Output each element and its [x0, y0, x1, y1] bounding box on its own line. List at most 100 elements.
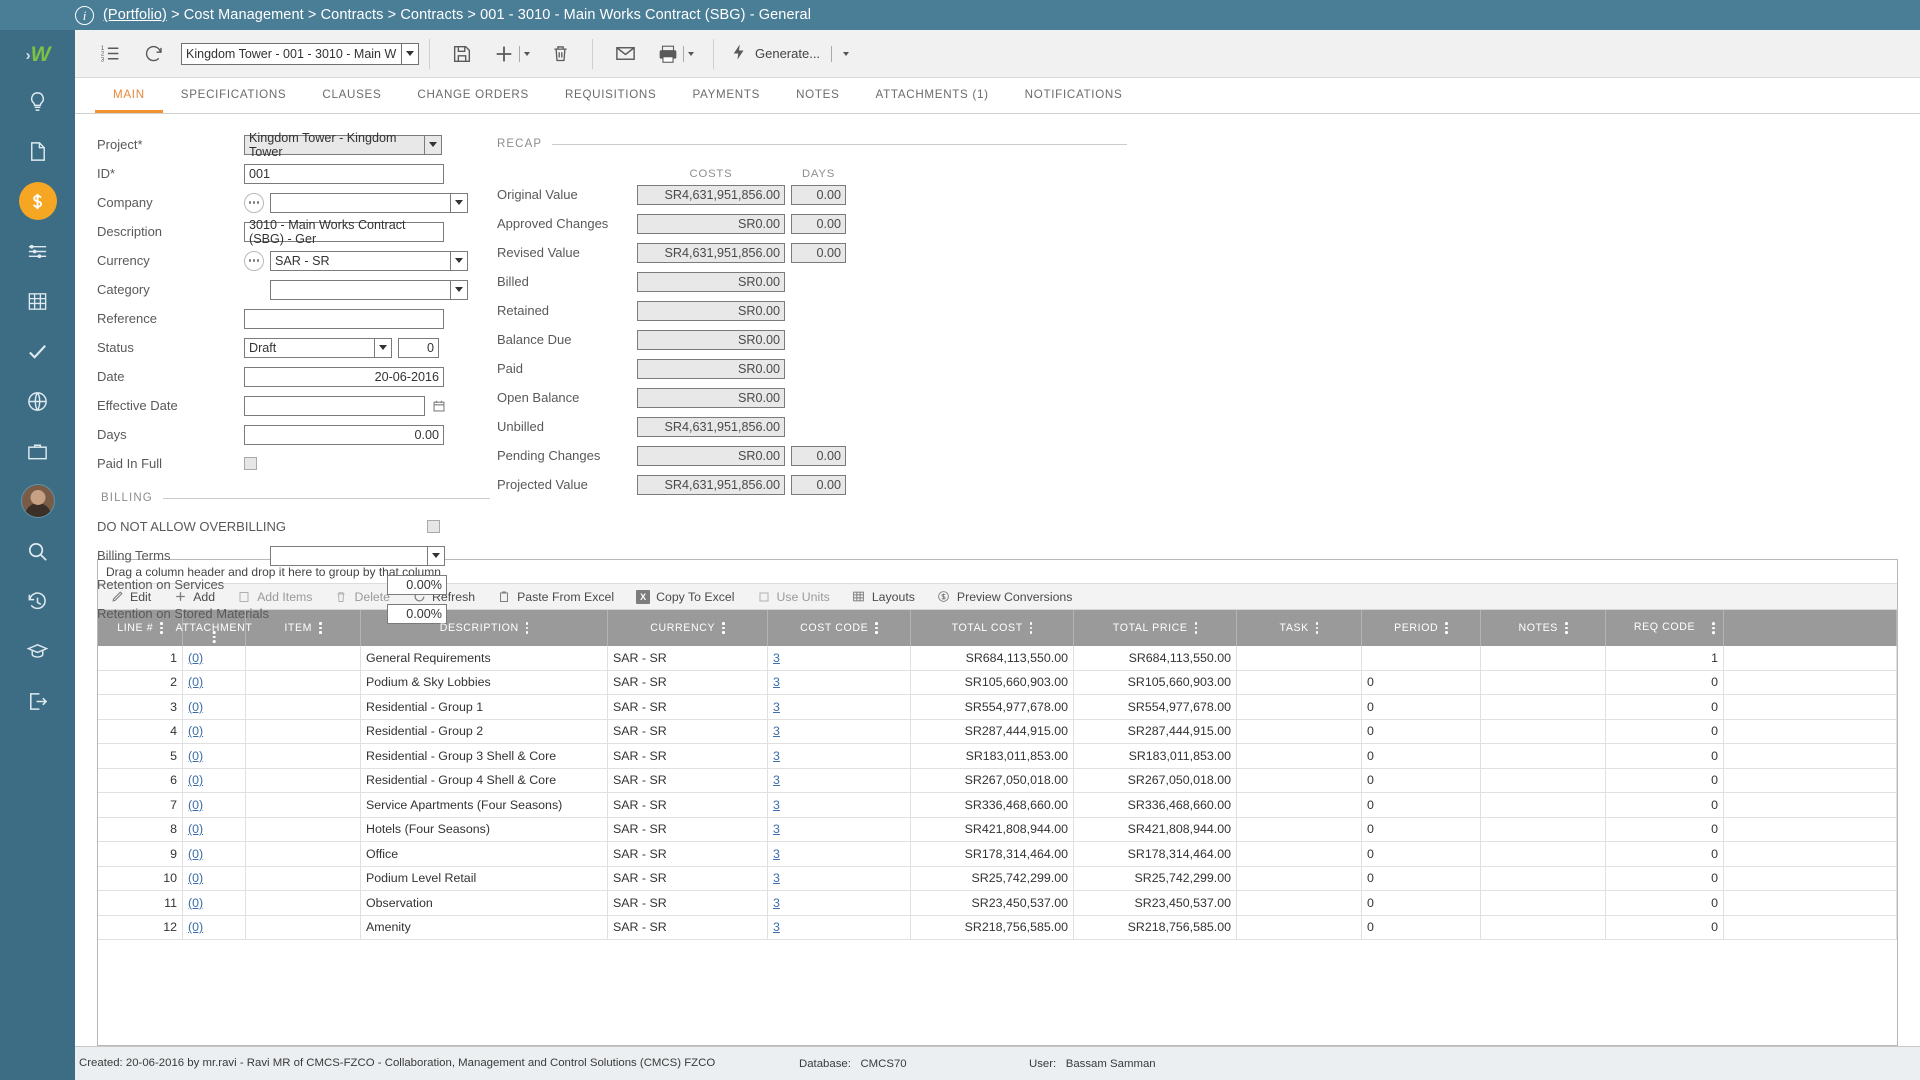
cell-cost-code[interactable]: 3 [768, 695, 911, 719]
table-row[interactable]: 7 (0) Service Apartments (Four Seasons) … [98, 793, 1897, 818]
chevron-down-icon[interactable] [688, 52, 694, 56]
date-input[interactable]: 20-06-2016 [244, 367, 444, 387]
tab-notes[interactable]: NOTES [778, 78, 857, 113]
cell-cost-code[interactable]: 3 [768, 646, 911, 670]
effective-date-input[interactable] [244, 396, 425, 416]
no-overbilling-checkbox[interactable] [427, 520, 440, 533]
table-row[interactable]: 8 (0) Hotels (Four Seasons) SAR - SR 3 S… [98, 818, 1897, 843]
cost-code-link[interactable]: 3 [773, 896, 780, 910]
chevron-down-icon[interactable] [450, 280, 468, 300]
attachment-link[interactable]: (0) [188, 773, 203, 787]
description-input[interactable]: 3010 - Main Works Contract (SBG) - Ger [244, 222, 444, 242]
attachment-link[interactable]: (0) [188, 822, 203, 836]
sidebar-item-learning[interactable] [0, 626, 75, 676]
column-header-total-price[interactable]: TOTAL PRICE [1074, 610, 1237, 646]
column-header-notes[interactable]: NOTES [1481, 610, 1606, 646]
info-icon[interactable]: i [75, 6, 94, 25]
cell-cost-code[interactable]: 3 [768, 744, 911, 768]
chevron-down-icon[interactable] [424, 135, 442, 155]
cost-code-link[interactable]: 3 [773, 749, 780, 763]
sidebar-item-portfolio[interactable] [0, 426, 75, 476]
generate-button[interactable]: Generate... [724, 43, 855, 64]
sidebar-item-global[interactable] [0, 376, 75, 426]
cell-attachment[interactable]: (0) [183, 744, 246, 768]
days-input[interactable]: 0.00 [244, 425, 444, 445]
cost-code-link[interactable]: 3 [773, 651, 780, 665]
column-header-task[interactable]: TASK [1237, 610, 1362, 646]
list-numbered-icon[interactable]: 123 [89, 30, 132, 78]
tab-main[interactable]: MAIN [95, 78, 163, 113]
cell-attachment[interactable]: (0) [183, 891, 246, 915]
cell-attachment[interactable]: (0) [183, 769, 246, 793]
status-select[interactable]: Draft [244, 338, 392, 358]
attachment-link[interactable]: (0) [188, 749, 203, 763]
cost-code-link[interactable]: 3 [773, 700, 780, 714]
chevron-down-icon[interactable] [374, 338, 392, 358]
cell-cost-code[interactable]: 3 [768, 720, 911, 744]
cell-attachment[interactable]: (0) [183, 671, 246, 695]
cell-attachment[interactable]: (0) [183, 916, 246, 940]
cost-code-link[interactable]: 3 [773, 724, 780, 738]
cell-cost-code[interactable]: 3 [768, 842, 911, 866]
column-menu-icon[interactable] [722, 622, 725, 634]
sidebar-item-cost-management[interactable] [0, 176, 75, 226]
table-row[interactable]: 9 (0) Office SAR - SR 3 SR178,314,464.00… [98, 842, 1897, 867]
column-menu-icon[interactable] [319, 622, 322, 634]
column-header-total-cost[interactable]: TOTAL COST [911, 610, 1074, 646]
chevron-down-icon[interactable] [450, 251, 468, 271]
sidebar-item-documents[interactable] [0, 126, 75, 176]
column-header-req-code[interactable]: REQ CODE [1606, 610, 1724, 646]
table-row[interactable]: 2 (0) Podium & Sky Lobbies SAR - SR 3 SR… [98, 671, 1897, 696]
column-menu-icon[interactable] [875, 622, 878, 634]
chevron-down-icon[interactable] [401, 44, 418, 64]
column-header-cost-code[interactable]: COST CODE [768, 610, 911, 646]
cost-code-link[interactable]: 3 [773, 847, 780, 861]
cell-attachment[interactable]: (0) [183, 695, 246, 719]
attachment-link[interactable]: (0) [188, 871, 203, 885]
tab-payments[interactable]: PAYMENTS [674, 78, 778, 113]
attachment-link[interactable]: (0) [188, 896, 203, 910]
tab-requisitions[interactable]: REQUISITIONS [547, 78, 675, 113]
sidebar-item-reports[interactable] [0, 276, 75, 326]
tab-notifications[interactable]: NOTIFICATIONS [1007, 78, 1141, 113]
table-row[interactable]: 12 (0) Amenity SAR - SR 3 SR218,756,585.… [98, 916, 1897, 941]
column-menu-icon[interactable] [1712, 622, 1715, 634]
column-menu-icon[interactable] [1445, 622, 1448, 634]
table-row[interactable]: 4 (0) Residential - Group 2 SAR - SR 3 S… [98, 720, 1897, 745]
cost-code-link[interactable]: 3 [773, 675, 780, 689]
status-order-input[interactable]: 0 [398, 338, 439, 358]
id-input[interactable]: 001 [244, 164, 444, 184]
column-menu-icon[interactable] [1195, 622, 1198, 634]
column-header-item[interactable]: ITEM [246, 610, 361, 646]
cost-code-link[interactable]: 3 [773, 871, 780, 885]
project-select[interactable]: Kingdom Tower - Kingdom Tower [244, 135, 442, 155]
column-header-currency[interactable]: CURRENCY [608, 610, 768, 646]
print-button[interactable] [648, 43, 703, 65]
sidebar-item-tasks[interactable] [0, 326, 75, 376]
column-menu-icon[interactable] [1565, 622, 1568, 634]
sidebar-item-ideas[interactable] [0, 76, 75, 126]
mail-button[interactable] [603, 30, 648, 78]
app-logo[interactable]: ›W [0, 34, 75, 76]
table-row[interactable]: 11 (0) Observation SAR - SR 3 SR23,450,5… [98, 891, 1897, 916]
chevron-down-icon[interactable] [427, 546, 445, 566]
table-row[interactable]: 5 (0) Residential - Group 3 Shell & Core… [98, 744, 1897, 769]
company-select[interactable] [270, 193, 468, 213]
tab-clauses[interactable]: CLAUSES [304, 78, 399, 113]
attachment-link[interactable]: (0) [188, 847, 203, 861]
column-header-description[interactable]: DESCRIPTION [361, 610, 608, 646]
cost-code-link[interactable]: 3 [773, 822, 780, 836]
cell-attachment[interactable]: (0) [183, 842, 246, 866]
company-lookup-button[interactable] [244, 193, 264, 213]
breadcrumb-portfolio-link[interactable]: (Portfolio) [103, 7, 167, 23]
attachment-link[interactable]: (0) [188, 651, 203, 665]
attachment-link[interactable]: (0) [188, 920, 203, 934]
cell-attachment[interactable]: (0) [183, 793, 246, 817]
table-row[interactable]: 1 (0) General Requirements SAR - SR 3 SR… [98, 646, 1897, 671]
currency-select[interactable]: SAR - SR [270, 251, 468, 271]
record-selector[interactable]: Kingdom Tower - 001 - 3010 - Main W [181, 43, 419, 65]
cell-cost-code[interactable]: 3 [768, 916, 911, 940]
table-row[interactable]: 10 (0) Podium Level Retail SAR - SR 3 SR… [98, 867, 1897, 892]
table-row[interactable]: 3 (0) Residential - Group 1 SAR - SR 3 S… [98, 695, 1897, 720]
column-menu-icon[interactable] [1030, 622, 1033, 634]
